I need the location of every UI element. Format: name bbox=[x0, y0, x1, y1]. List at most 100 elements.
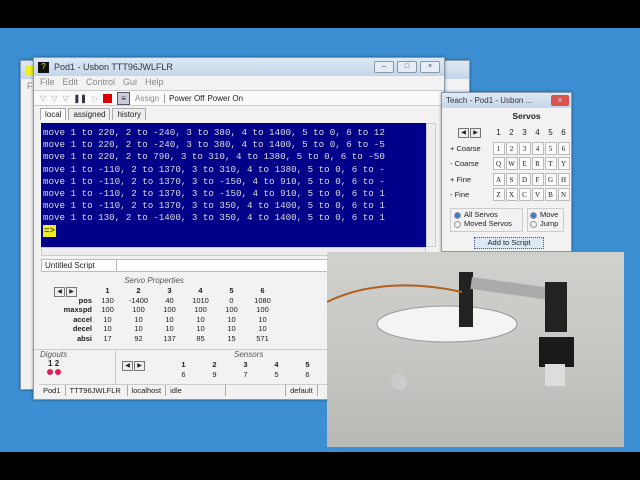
servo-value[interactable]: 40 bbox=[154, 296, 185, 306]
move-radio[interactable]: Move bbox=[530, 210, 561, 219]
servo-value[interactable]: 100 bbox=[92, 305, 123, 315]
step-key-button[interactable]: F bbox=[531, 172, 544, 186]
step-key-button[interactable]: Z bbox=[492, 188, 505, 202]
maximize-button[interactable]: □ bbox=[397, 61, 417, 73]
step-key-button[interactable]: 1 bbox=[492, 141, 505, 155]
list-icon[interactable]: ≡ bbox=[117, 91, 131, 105]
scope-group: All Servos Moved Servos bbox=[450, 208, 523, 232]
power-on-button[interactable]: Power On bbox=[207, 94, 243, 103]
servo-column-header: 4 bbox=[198, 286, 203, 295]
step-key-button[interactable]: E bbox=[518, 157, 531, 171]
teach-titlebar[interactable]: Teach - Pod1 - Usbon ... × bbox=[442, 93, 571, 108]
assign-button[interactable]: Assign bbox=[135, 94, 159, 103]
jump-radio[interactable]: Jump bbox=[530, 219, 561, 228]
servo-value[interactable]: 137 bbox=[154, 334, 185, 344]
servo-value[interactable]: 92 bbox=[123, 334, 154, 344]
servo-value[interactable]: 15 bbox=[216, 334, 247, 344]
servo-value[interactable]: 10 bbox=[123, 324, 154, 334]
step-all-icon[interactable]: ▽ bbox=[62, 94, 68, 103]
menu-control[interactable]: Control bbox=[86, 77, 115, 89]
stop-icon[interactable] bbox=[103, 93, 113, 103]
servo-value[interactable]: 10 bbox=[247, 324, 278, 334]
menu-bar: File Edit Control Gui Help bbox=[34, 76, 444, 90]
moved-servos-radio[interactable]: Moved Servos bbox=[454, 219, 519, 228]
servo-value[interactable]: 130 bbox=[92, 296, 123, 306]
digout-2-led[interactable] bbox=[55, 369, 62, 375]
step-key-button[interactable]: N bbox=[557, 188, 570, 202]
script-line: move 1 to -110, 2 to 1370, 3 to -150, 4 … bbox=[43, 175, 385, 187]
step-key-button[interactable]: B bbox=[544, 188, 557, 202]
servo-value[interactable]: 1080 bbox=[247, 296, 278, 306]
step-key-button[interactable]: A bbox=[492, 172, 505, 186]
close-button[interactable]: × bbox=[420, 61, 440, 73]
script-tabs: local assigned history bbox=[34, 106, 444, 120]
step-key-button[interactable]: S bbox=[505, 172, 518, 186]
main-titlebar[interactable]: ? Pod1 - Usbon TTT96JWLFLR – □ × bbox=[34, 58, 444, 76]
step-key-button[interactable]: T bbox=[544, 157, 557, 171]
power-off-button[interactable]: Power Off bbox=[164, 93, 204, 103]
step-over-icon[interactable]: ▽ bbox=[51, 94, 57, 103]
servo-value[interactable]: 571 bbox=[247, 334, 278, 344]
step-key-button[interactable]: 6 bbox=[557, 141, 570, 155]
servo-value[interactable]: 10 bbox=[92, 315, 123, 325]
tab-local[interactable]: local bbox=[40, 108, 67, 120]
servo-value[interactable]: 10 bbox=[216, 324, 247, 334]
teach-close-button[interactable]: × bbox=[551, 95, 569, 106]
servo-value[interactable]: 85 bbox=[185, 334, 216, 344]
servo-value[interactable]: 10 bbox=[185, 315, 216, 325]
step-key-button[interactable]: Y bbox=[557, 157, 570, 171]
servo-value[interactable]: 10 bbox=[154, 315, 185, 325]
menu-gui[interactable]: Gui bbox=[123, 77, 137, 89]
step-key-button[interactable]: D bbox=[518, 172, 531, 186]
servo-row-label: maxspd bbox=[63, 305, 92, 314]
digout-1-led[interactable] bbox=[47, 369, 53, 375]
step-key-button[interactable]: Q bbox=[492, 157, 505, 171]
tab-assigned[interactable]: assigned bbox=[68, 108, 111, 120]
step-key-button[interactable]: 5 bbox=[544, 141, 557, 155]
servo-value[interactable]: 17 bbox=[92, 334, 123, 344]
step-key-button[interactable]: 2 bbox=[505, 141, 518, 155]
servo-value[interactable]: 100 bbox=[123, 305, 154, 315]
servo-value[interactable]: 10 bbox=[185, 324, 216, 334]
command-prompt[interactable]: => bbox=[43, 224, 57, 237]
step-key-button[interactable]: C bbox=[518, 188, 531, 202]
servo-value[interactable]: 10 bbox=[123, 315, 154, 325]
step-icon[interactable]: ▽ bbox=[40, 94, 46, 103]
servo-value[interactable]: 10 bbox=[154, 324, 185, 334]
servo-value[interactable]: 10 bbox=[216, 315, 247, 325]
servo-value[interactable]: 1010 bbox=[185, 296, 216, 306]
servo-value[interactable]: 100 bbox=[154, 305, 185, 315]
step-key-button[interactable]: V bbox=[531, 188, 544, 202]
servo-value[interactable]: 10 bbox=[92, 324, 123, 334]
step-key-button[interactable]: W bbox=[505, 157, 518, 171]
servo-value[interactable]: 100 bbox=[185, 305, 216, 315]
pause-icon[interactable]: ❚❚ bbox=[73, 94, 86, 103]
step-key-button[interactable]: 4 bbox=[531, 141, 544, 155]
script-editor[interactable]: move 1 to 220, 2 to -240, 3 to 380, 4 to… bbox=[41, 123, 426, 247]
step-key-button[interactable]: R bbox=[531, 157, 544, 171]
script-line: move 1 to 220, 2 to 790, 3 to 310, 4 to … bbox=[43, 151, 385, 163]
servo-value[interactable]: 10 bbox=[247, 315, 278, 325]
play-icon[interactable]: ▷ bbox=[92, 94, 98, 103]
menu-edit[interactable]: Edit bbox=[63, 77, 79, 89]
menu-help[interactable]: Help bbox=[145, 77, 164, 89]
step-key-button[interactable]: 3 bbox=[518, 141, 531, 155]
step-key-button[interactable]: H bbox=[557, 172, 570, 186]
servo-value[interactable]: -1400 bbox=[123, 296, 154, 306]
minimize-button[interactable]: – bbox=[374, 61, 394, 73]
teach-next-button[interactable]: ▶ bbox=[470, 128, 481, 139]
sensors-title: Sensors bbox=[234, 350, 264, 359]
add-to-script-button[interactable]: Add to Script bbox=[474, 237, 544, 249]
teach-prev-button[interactable]: ◀ bbox=[458, 128, 469, 139]
step-key-button[interactable]: G bbox=[544, 172, 557, 186]
servo-row-label: accel bbox=[73, 314, 92, 324]
servo-value[interactable]: 100 bbox=[216, 305, 247, 315]
step-key-button[interactable]: X bbox=[505, 188, 518, 202]
robot-arm-image bbox=[327, 272, 574, 390]
menu-file[interactable]: File bbox=[40, 77, 55, 89]
tab-history[interactable]: history bbox=[112, 108, 147, 120]
vertical-scrollbar[interactable] bbox=[426, 123, 436, 247]
servo-value[interactable]: 0 bbox=[216, 296, 247, 306]
servo-value[interactable]: 100 bbox=[247, 305, 278, 315]
all-servos-radio[interactable]: All Servos bbox=[454, 210, 519, 219]
